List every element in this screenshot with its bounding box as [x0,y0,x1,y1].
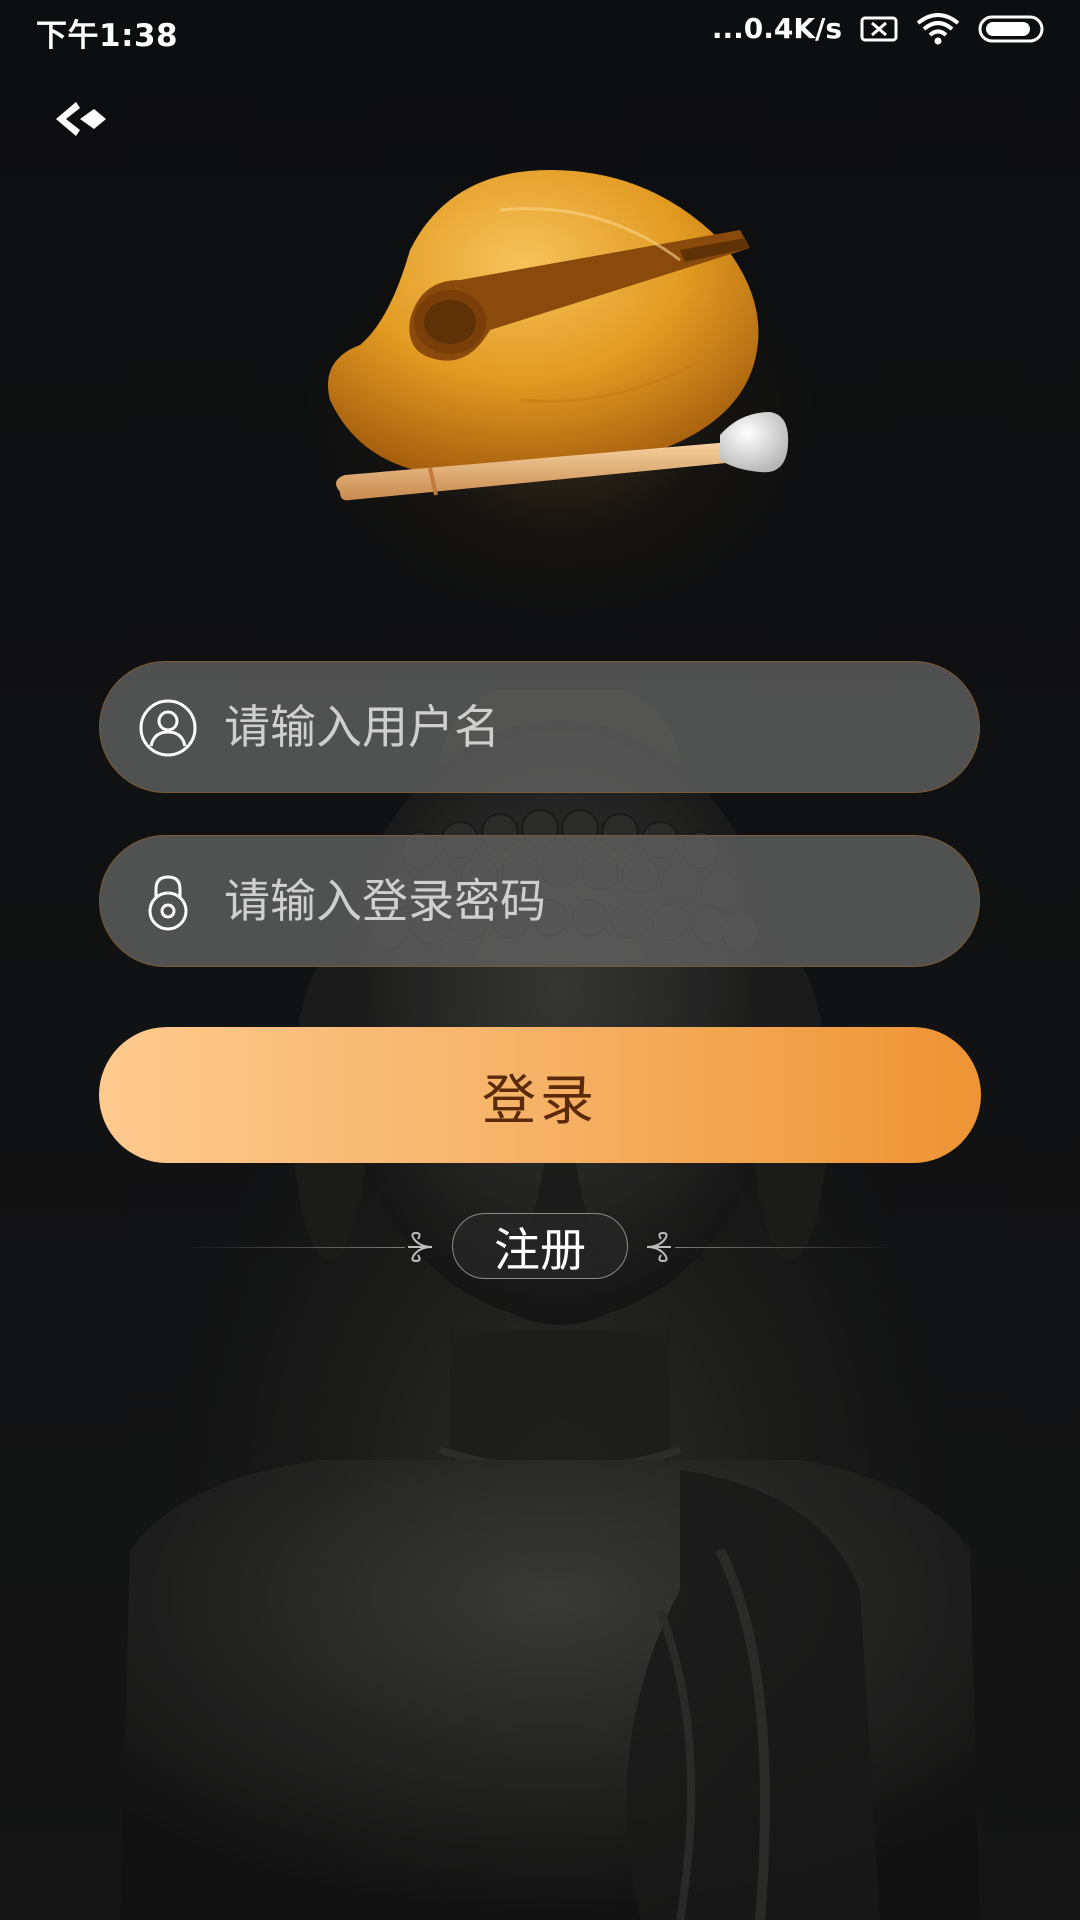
wifi-icon [916,12,960,45]
network-speed: ...0.4K/s [711,12,842,45]
password-input[interactable] [224,836,944,966]
lock-icon [138,872,198,932]
status-indicators: ...0.4K/s [712,12,1046,45]
left-ornament-icon [404,1229,436,1265]
user-icon [138,698,198,758]
battery-icon [978,14,1046,44]
back-button[interactable] [50,96,110,142]
back-arrow-icon [56,102,106,136]
right-divider [675,1247,900,1248]
username-field[interactable] [99,661,980,793]
username-input[interactable] [224,662,944,792]
login-screen: 下午1:38 ...0.4K/s 请输入用户名 登录 注册 [0,0,1080,1920]
sim-off-icon [860,15,898,43]
register-row: 注册 [0,1212,1080,1282]
left-divider [180,1247,405,1248]
status-bar: 下午1:38 ...0.4K/s [0,0,1080,60]
wooden-fish-icon [300,150,800,530]
right-ornament-icon [643,1229,675,1265]
login-button[interactable]: 登录 [99,1027,981,1163]
register-button[interactable]: 注册 [452,1213,628,1279]
status-time: 下午1:38 [36,18,179,54]
password-field[interactable] [99,835,980,967]
